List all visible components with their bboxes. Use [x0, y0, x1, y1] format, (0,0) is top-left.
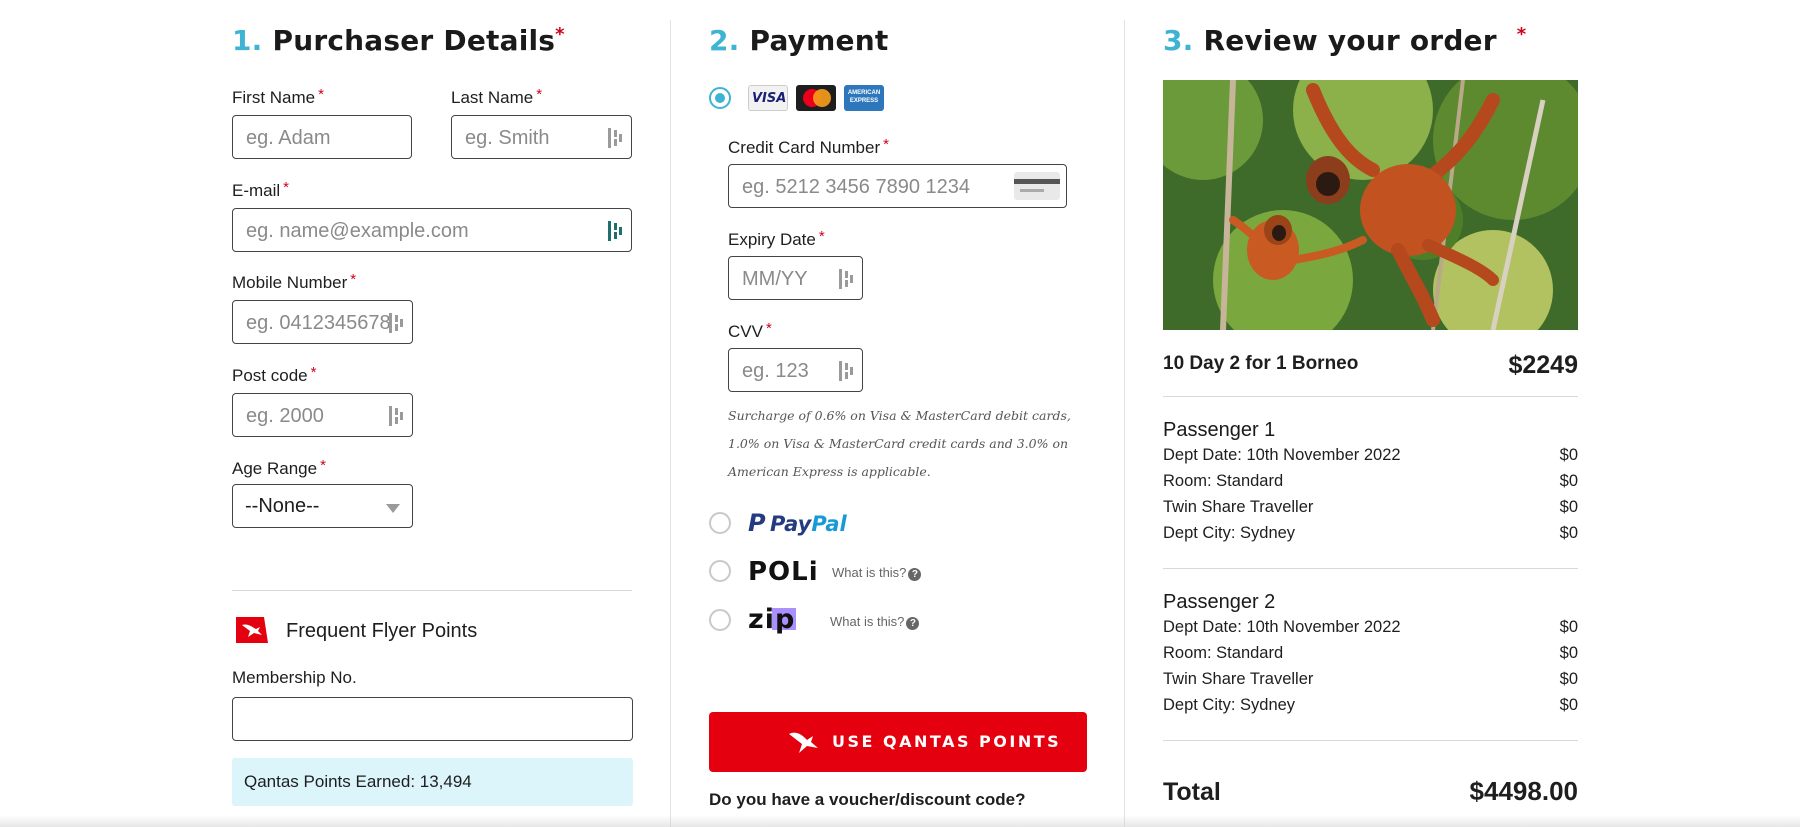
purchaser-section-title: 1. Purchaser Details*: [232, 24, 565, 57]
passenger-line: Twin Share Traveller $0: [1163, 498, 1578, 516]
tour-image: [1163, 80, 1578, 330]
use-qantas-points-label: USE QANTAS POINTS: [832, 732, 1062, 751]
email-placeholder: eg. name@example.com: [246, 220, 469, 242]
key-autofill-icon[interactable]: [388, 313, 404, 333]
credit-card-radio[interactable]: [709, 87, 731, 109]
membership-label: Membership No.: [232, 668, 357, 687]
tour-price: $2249: [1508, 351, 1578, 379]
cvv-label: CVV *: [728, 320, 772, 341]
page-fold-shadow: [0, 815, 1800, 827]
section-number: 2.: [709, 24, 740, 57]
age-range-value: --None--: [245, 495, 320, 517]
zip-logo: zip: [748, 604, 796, 635]
mobile-field[interactable]: eg. 0412345678: [232, 300, 413, 344]
qantas-kangaroo-icon: [236, 617, 268, 643]
review-divider: [1163, 740, 1578, 741]
passenger-line: Dept City: Sydney $0: [1163, 524, 1578, 542]
payment-section-title: 2. Payment: [709, 24, 888, 57]
key-autofill-icon[interactable]: [388, 406, 404, 426]
passenger-1-title: Passenger 1: [1163, 419, 1276, 441]
first-name-field[interactable]: eg. Adam: [232, 115, 412, 159]
age-range-select[interactable]: --None--: [232, 484, 413, 528]
expiry-label: Expiry Date *: [728, 228, 825, 249]
paypal-radio[interactable]: [709, 512, 731, 534]
section-title-text: Purchaser Details: [272, 24, 556, 57]
poli-help-link[interactable]: What is this??: [832, 565, 922, 581]
passenger-line: Room: Standard $0: [1163, 644, 1578, 662]
column-divider-2: [1124, 20, 1125, 827]
card-number-label: Credit Card Number *: [728, 136, 889, 157]
question-circle-icon[interactable]: ?: [906, 617, 920, 630]
passenger-line: Dept Date: 10th November 2022 $0: [1163, 446, 1578, 464]
mobile-placeholder: eg. 0412345678: [246, 312, 391, 334]
email-label: E-mail *: [232, 179, 290, 200]
poli-logo: POLi: [748, 557, 819, 587]
last-name-field[interactable]: eg. Smith: [451, 115, 632, 159]
first-name-placeholder: eg. Adam: [246, 127, 331, 149]
visa-logo: VISA: [748, 85, 788, 111]
zip-help-link[interactable]: What is this??: [830, 614, 920, 630]
mastercard-logo: [796, 85, 836, 111]
passenger-line: Room: Standard $0: [1163, 472, 1578, 490]
tour-name: 10 Day 2 for 1 Borneo: [1163, 353, 1359, 374]
qantas-kangaroo-icon: [789, 732, 818, 753]
section-number: 3.: [1163, 24, 1194, 57]
mobile-label: Mobile Number *: [232, 271, 357, 292]
key-autofill-icon[interactable]: [607, 128, 623, 148]
zip-radio[interactable]: [709, 609, 731, 631]
card-number-field[interactable]: eg. 5212 3456 7890 1234: [728, 164, 1067, 208]
cvv-field[interactable]: eg. 123: [728, 348, 863, 392]
credit-card-icon[interactable]: [1014, 172, 1060, 200]
postcode-placeholder: eg. 2000: [246, 405, 324, 427]
membership-field[interactable]: [232, 697, 633, 741]
question-circle-icon[interactable]: ?: [908, 568, 922, 581]
section-title-text: Payment: [749, 24, 889, 57]
total-value: $4498.00: [1469, 776, 1578, 806]
email-field[interactable]: eg. name@example.com: [232, 208, 632, 252]
passenger-line: Dept City: Sydney $0: [1163, 696, 1578, 714]
surcharge-note: Surcharge of 0.6% on Visa & MasterCard d…: [728, 408, 1071, 479]
paypal-logo: P PayPal: [748, 509, 847, 537]
section-divider: [232, 590, 632, 591]
passenger-2-title: Passenger 2: [1163, 591, 1276, 613]
column-divider-1: [670, 20, 671, 827]
required-asterisk: *: [1516, 24, 1527, 45]
postcode-field[interactable]: eg. 2000: [232, 393, 413, 437]
review-divider: [1163, 568, 1578, 569]
total-label: Total: [1163, 778, 1221, 806]
postcode-label: Post code *: [232, 364, 317, 385]
key-autofill-icon[interactable]: [607, 221, 623, 241]
section-title-text: Review your order: [1203, 24, 1497, 57]
last-name-label: Last Name *: [451, 86, 543, 107]
review-section-title: 3. Review your order *: [1163, 24, 1526, 57]
card-number-placeholder: eg. 5212 3456 7890 1234: [742, 176, 970, 198]
expiry-field[interactable]: MM/YY: [728, 256, 863, 300]
qantas-points-earned-text: Qantas Points Earned: 13,494: [244, 772, 472, 791]
key-autofill-icon[interactable]: [838, 361, 854, 381]
age-range-label: Age Range *: [232, 457, 326, 478]
chevron-down-icon: [386, 504, 400, 513]
poli-radio[interactable]: [709, 560, 731, 582]
first-name-label: First Name *: [232, 86, 324, 107]
voucher-prompt[interactable]: Do you have a voucher/discount code?: [709, 790, 1025, 810]
use-qantas-points-button[interactable]: USE QANTAS POINTS: [709, 712, 1087, 772]
passenger-line: Dept Date: 10th November 2022 $0: [1163, 618, 1578, 636]
key-autofill-icon[interactable]: [838, 269, 854, 289]
last-name-placeholder: eg. Smith: [465, 127, 550, 149]
expiry-placeholder: MM/YY: [742, 268, 808, 290]
amex-logo: AMERICAN EXPRESS: [844, 85, 884, 111]
required-asterisk: *: [555, 24, 565, 45]
passenger-line: Twin Share Traveller $0: [1163, 670, 1578, 688]
ffp-title: Frequent Flyer Points: [286, 620, 478, 642]
cvv-placeholder: eg. 123: [742, 360, 809, 382]
section-number: 1.: [232, 24, 263, 57]
qantas-points-earned: Qantas Points Earned: 13,494: [232, 758, 633, 806]
review-divider: [1163, 396, 1578, 397]
